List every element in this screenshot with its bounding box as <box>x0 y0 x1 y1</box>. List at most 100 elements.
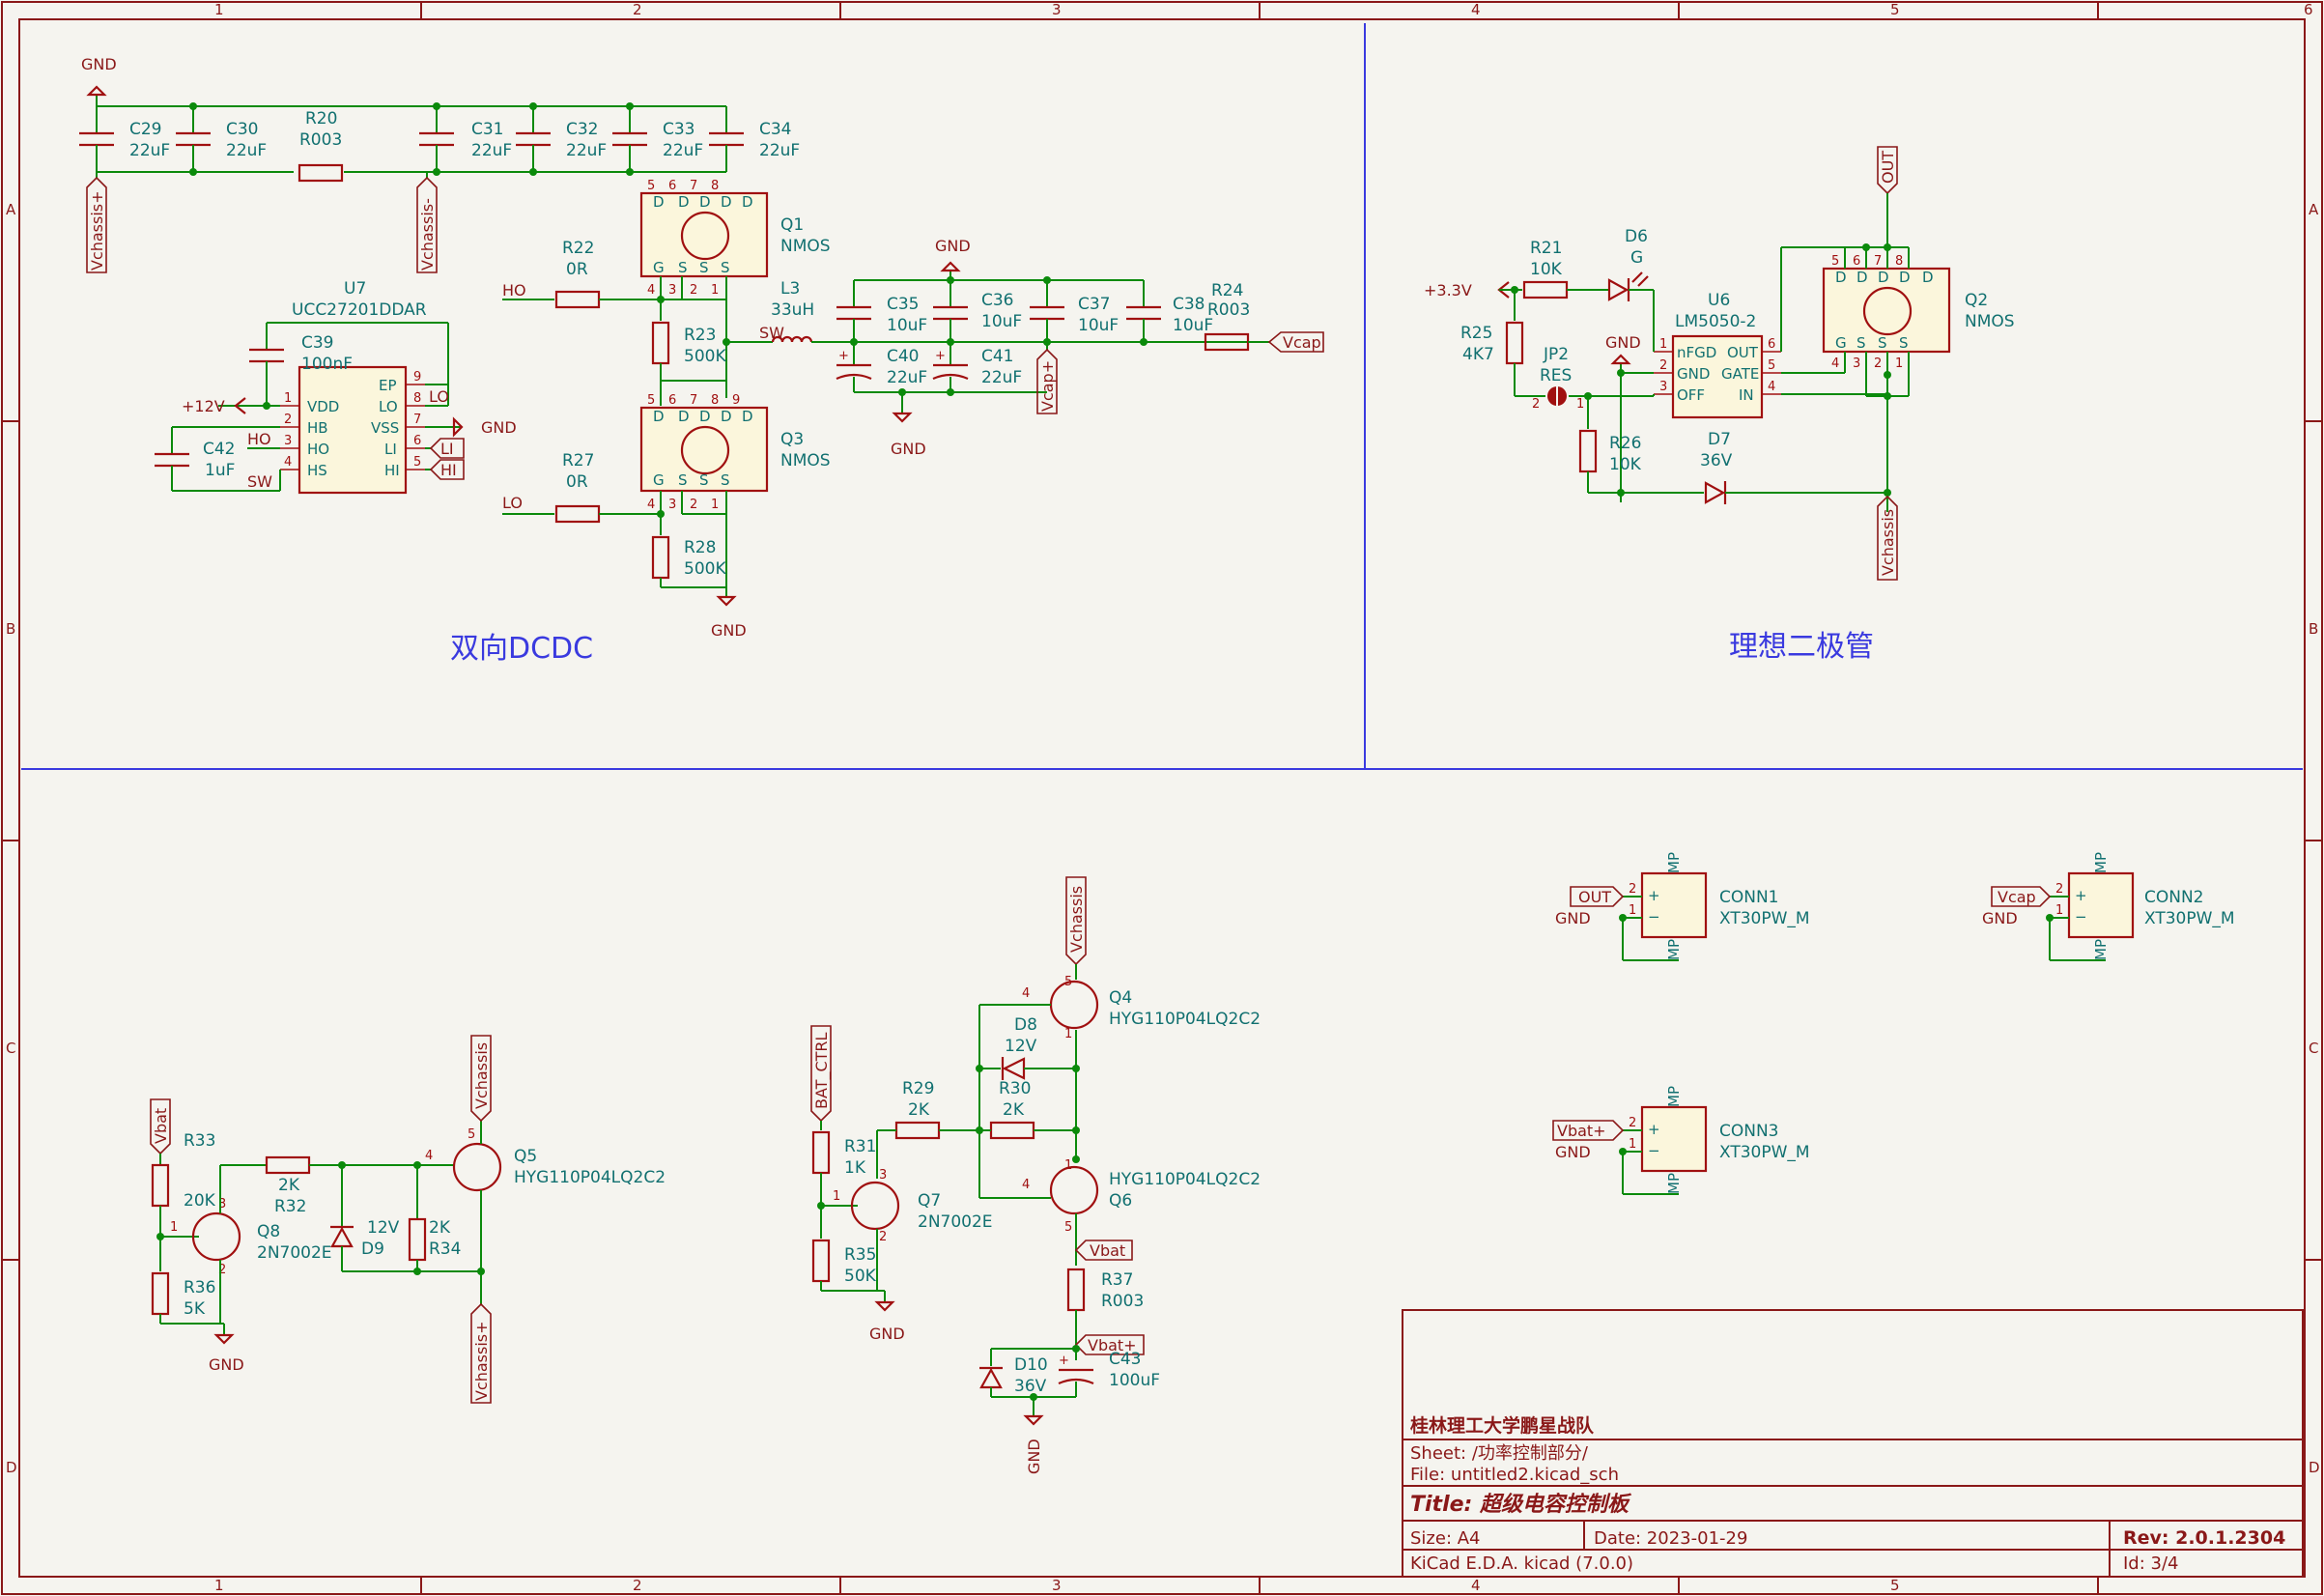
u7-pin-ep: EP <box>379 377 397 394</box>
svg-text:1: 1 <box>1629 903 1636 918</box>
ref-r25: R25 <box>1460 324 1492 343</box>
cap-c32: C32 22uF <box>516 106 607 172</box>
border-row-a-right: A <box>2309 201 2319 218</box>
ref-c32: C32 <box>566 120 599 139</box>
svg-text:MP: MP <box>1665 1086 1683 1107</box>
q1-pin-s: S <box>678 259 688 276</box>
svg-text:3: 3 <box>879 1168 887 1183</box>
border-col-5-bottom: 5 <box>1890 1577 1900 1594</box>
svg-text:D: D <box>678 408 690 425</box>
resistor-r28: R28 500K <box>651 514 726 588</box>
net-vcap-plus-dcdc: Vcap+ <box>1038 360 1057 412</box>
net-vbat-plus-conn3: Vbat+ <box>1557 1122 1606 1140</box>
val-c34: 22uF <box>759 141 800 160</box>
net-plus3v3: +3.3V <box>1424 281 1472 299</box>
svg-text:2: 2 <box>690 283 697 298</box>
ref-c38: C38 <box>1173 295 1205 314</box>
svg-text:1: 1 <box>2055 903 2063 918</box>
val-c32: 22uF <box>566 141 607 160</box>
ref-r30: R30 <box>999 1079 1031 1098</box>
svg-text:3: 3 <box>1853 356 1860 371</box>
border-row-b: B <box>6 620 15 638</box>
border-col-5: 5 <box>1890 1 1900 18</box>
tb-file: File: untitled2.kicad_sch <box>1410 1465 1619 1485</box>
net-sw-inductor: SW <box>759 324 784 342</box>
tb-rev: Rev: 2.0.1.2304 <box>2123 1527 2285 1549</box>
net-hi: HI <box>440 461 457 479</box>
svg-text:6: 6 <box>668 179 676 193</box>
svg-text:5: 5 <box>468 1127 475 1142</box>
gnd-label-out-caps: GND <box>935 237 971 255</box>
net-sw-u7: SW <box>247 472 272 491</box>
gnd-label-q8: GND <box>209 1355 244 1374</box>
val-c37: 10uF <box>1078 316 1119 335</box>
val-r20: R003 <box>299 130 342 150</box>
border-row-c-right: C <box>2309 1040 2318 1057</box>
svg-text:D: D <box>678 193 690 211</box>
svg-text:S: S <box>721 259 730 276</box>
svg-text:1: 1 <box>1629 1137 1636 1152</box>
ref-u7: U7 <box>344 279 366 299</box>
title-block: 桂林理工大学鹏星战队 Sheet: /功率控制部分/ File: untitle… <box>1402 1309 2304 1578</box>
svg-text:8: 8 <box>711 393 719 408</box>
svg-text:1: 1 <box>833 1189 840 1204</box>
svg-text:5: 5 <box>413 455 421 470</box>
svg-text:1: 1 <box>1064 1027 1072 1041</box>
conn1-pin-plus: + <box>1648 887 1660 904</box>
val-conn3: XT30PW_M <box>1719 1143 1810 1162</box>
ref-d6: D6 <box>1625 227 1648 246</box>
cap-c30: C30 22uF <box>176 106 267 172</box>
svg-text:8: 8 <box>711 179 719 193</box>
svg-text:5: 5 <box>647 393 655 408</box>
svg-text:D: D <box>699 193 711 211</box>
svg-text:MP: MP <box>2092 939 2110 960</box>
ref-c41: C41 <box>981 347 1014 366</box>
ref-r28: R28 <box>684 538 716 557</box>
gnd-label-conn1: GND <box>1555 909 1591 927</box>
svg-text:4: 4 <box>425 1149 433 1163</box>
ref-r34: R34 <box>429 1240 461 1259</box>
val-r28: 500K <box>684 559 726 579</box>
val-u7: UCC27201DDAR <box>292 300 427 320</box>
val-c43: 100uF <box>1109 1371 1160 1390</box>
svg-text:5: 5 <box>1831 254 1839 269</box>
q1-pin-g: G <box>653 259 665 276</box>
ref-r37: R37 <box>1101 1270 1133 1290</box>
ref-c36: C36 <box>981 291 1014 310</box>
ref-c34: C34 <box>759 120 792 139</box>
net-ho-u7: HO <box>247 430 271 448</box>
val-d10: 36V <box>1014 1377 1047 1396</box>
gnd-label-conn2: GND <box>1982 909 2018 927</box>
u6-pin-nfgd: nFGD <box>1677 344 1716 361</box>
svg-text:4: 4 <box>1022 986 1030 1001</box>
val-r37: R003 <box>1101 1292 1144 1311</box>
ref-q3: Q3 <box>780 430 804 449</box>
val-r24: R003 <box>1207 300 1250 320</box>
net-vchassis-ideal: Vchassis <box>1879 509 1897 576</box>
ref-c40: C40 <box>887 347 920 366</box>
svg-text:D: D <box>699 408 711 425</box>
svg-text:8: 8 <box>1895 254 1903 269</box>
net-lo-dcdc: LO <box>502 494 523 512</box>
svg-text:1: 1 <box>170 1220 178 1235</box>
svg-text:3: 3 <box>1659 380 1667 394</box>
val-r30: 2K <box>1003 1100 1025 1120</box>
tb-size: Size: A4 <box>1410 1528 1481 1549</box>
connector-conn3: + − MP MP CONN3 XT30PW_M 2 1 Vbat+ GND <box>1552 1086 1810 1195</box>
svg-text:MP: MP <box>1665 1173 1683 1194</box>
svg-text:D: D <box>1922 269 1934 286</box>
gnd-label-c40: GND <box>891 440 926 458</box>
svg-text:1: 1 <box>1895 356 1903 371</box>
val-c40: 22uF <box>887 368 927 387</box>
val-q3: NMOS <box>780 451 831 470</box>
u7-pin-lo: LO <box>379 398 398 415</box>
val-q2: NMOS <box>1965 312 2015 331</box>
tb-date: Date: 2023-01-29 <box>1594 1528 1747 1549</box>
val-c35: 10uF <box>887 316 927 335</box>
val-r27: 0R <box>566 472 588 492</box>
ref-c30: C30 <box>226 120 259 139</box>
val-c30: 22uF <box>226 141 267 160</box>
ref-conn1: CONN1 <box>1719 888 1779 907</box>
val-r26: 10K <box>1609 455 1642 474</box>
val-c41: 22uF <box>981 368 1022 387</box>
